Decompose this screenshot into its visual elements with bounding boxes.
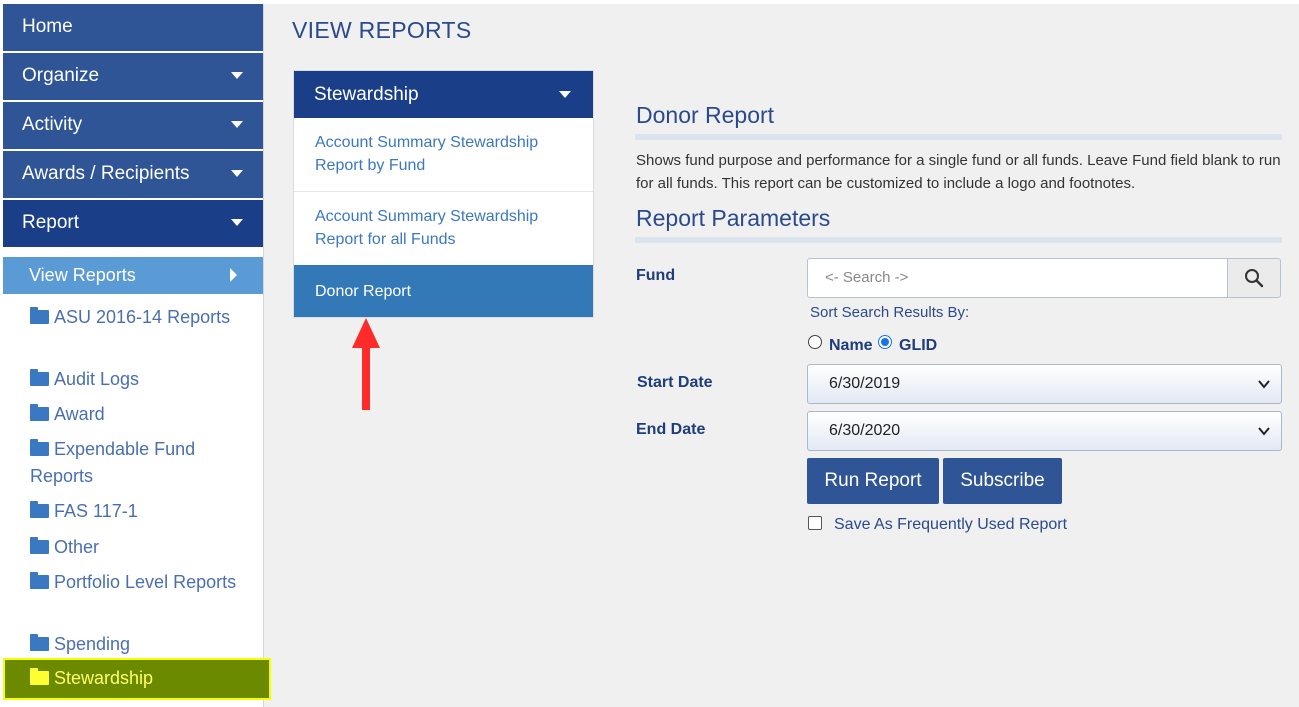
- category-dropdown[interactable]: Stewardship: [294, 71, 593, 118]
- fund-search-button[interactable]: [1227, 258, 1281, 298]
- section-rule: [635, 237, 1282, 243]
- folder-stewardship[interactable]: Stewardship: [3, 658, 271, 700]
- sidebar: Home Organize Activity Awards / Recipien…: [0, 4, 264, 707]
- folder-icon: [30, 501, 49, 518]
- folder-award[interactable]: Award: [30, 401, 255, 428]
- nav-view-reports[interactable]: View Reports: [3, 257, 263, 294]
- sort-by-label: Sort Search Results By:: [810, 304, 970, 321]
- folder-audit-logs[interactable]: Audit Logs: [30, 366, 255, 393]
- start-date-select[interactable]: 6/30/2019: [807, 364, 1282, 404]
- folder-icon: [30, 537, 49, 554]
- folder-other[interactable]: Other: [30, 534, 255, 561]
- subscribe-button[interactable]: Subscribe: [943, 458, 1062, 504]
- nav-organize[interactable]: Organize: [3, 53, 263, 100]
- nav-activity-label: Activity: [22, 114, 83, 135]
- folder-spending[interactable]: Spending: [30, 631, 255, 658]
- run-report-button[interactable]: Run Report: [807, 458, 939, 504]
- folder-icon: [30, 307, 49, 324]
- nav-awards-label: Awards / Recipients: [22, 163, 190, 184]
- save-frequent-label: Save As Frequently Used Report: [834, 516, 1068, 533]
- fund-search-input[interactable]: <- Search ->: [807, 258, 1228, 298]
- folder-label: Audit Logs: [54, 369, 140, 389]
- start-date-label: Start Date: [637, 374, 713, 391]
- folder-icon: [30, 668, 49, 685]
- nav-report-label: Report: [22, 212, 80, 233]
- save-frequent-checkbox[interactable]: [808, 516, 822, 530]
- divider: [294, 191, 593, 192]
- folder-label: Expendable Fund Reports: [30, 439, 196, 486]
- folder-icon: [30, 439, 49, 456]
- category-header-label: Stewardship: [314, 84, 419, 105]
- folder-asu-2016-14-reports[interactable]: ASU 2016-14 Reports: [30, 304, 255, 331]
- folder-label: Stewardship: [54, 668, 154, 688]
- folder-label: Portfolio Level Reports: [54, 572, 237, 592]
- chevron-down-icon: [231, 72, 243, 79]
- section-rule: [635, 134, 1282, 140]
- folder-expendable-fund-reports[interactable]: Expendable Fund Reports: [30, 436, 255, 490]
- folder-icon: [30, 572, 49, 589]
- report-parameters-title: Report Parameters: [636, 205, 831, 231]
- nav-awards-recipients[interactable]: Awards / Recipients: [3, 151, 263, 198]
- folder-icon: [30, 404, 49, 421]
- sort-glid-radio[interactable]: [878, 335, 892, 349]
- folder-portfolio-level-reports[interactable]: Portfolio Level Reports: [30, 569, 255, 596]
- chevron-right-icon: [230, 268, 237, 282]
- page-title: VIEW REPORTS: [292, 17, 472, 43]
- search-icon: [1245, 269, 1264, 288]
- chevron-down-icon: [1258, 427, 1270, 436]
- folder-label: FAS 117-1: [54, 501, 138, 521]
- report-link-summary-all-funds[interactable]: Account Summary Stewardship Report for a…: [294, 205, 593, 251]
- sort-name-radio[interactable]: [808, 335, 822, 349]
- nav-home[interactable]: Home: [3, 4, 263, 51]
- chevron-down-icon: [1258, 380, 1270, 389]
- report-category-panel: Stewardship Account Summary Stewardship …: [293, 70, 594, 318]
- annotation-arrow-icon: [352, 318, 380, 410]
- report-title: Donor Report: [636, 102, 775, 128]
- nav-organize-label: Organize: [22, 65, 100, 86]
- folder-label: Award: [54, 404, 105, 424]
- folder-fas-117-1[interactable]: FAS 117-1: [30, 498, 255, 525]
- folder-label: Spending: [54, 634, 131, 654]
- start-date-value: 6/30/2019: [829, 375, 901, 392]
- report-description: Shows fund purpose and performance for a…: [636, 152, 1281, 192]
- fund-label: Fund: [636, 267, 676, 284]
- folder-icon: [30, 634, 49, 651]
- nav-view-reports-label: View Reports: [29, 265, 136, 285]
- end-date-select[interactable]: 6/30/2020: [807, 411, 1282, 451]
- end-date-label: End Date: [636, 421, 706, 438]
- nav-activity[interactable]: Activity: [3, 102, 263, 149]
- folder-label: Other: [54, 537, 100, 557]
- nav-report[interactable]: Report: [3, 200, 263, 247]
- chevron-down-icon: [231, 170, 243, 177]
- sort-name-label: Name: [829, 337, 873, 354]
- report-link-donor-report[interactable]: Donor Report: [294, 265, 593, 317]
- chevron-down-icon: [231, 121, 243, 128]
- report-link-summary-by-fund[interactable]: Account Summary Stewardship Report by Fu…: [294, 131, 593, 177]
- end-date-value: 6/30/2020: [829, 422, 901, 439]
- nav-home-label: Home: [22, 16, 73, 37]
- sort-glid-label: GLID: [899, 337, 938, 354]
- folder-label: ASU 2016-14 Reports: [54, 307, 231, 327]
- chevron-down-icon: [231, 219, 243, 226]
- chevron-down-icon: [559, 91, 571, 98]
- folder-icon: [30, 369, 49, 386]
